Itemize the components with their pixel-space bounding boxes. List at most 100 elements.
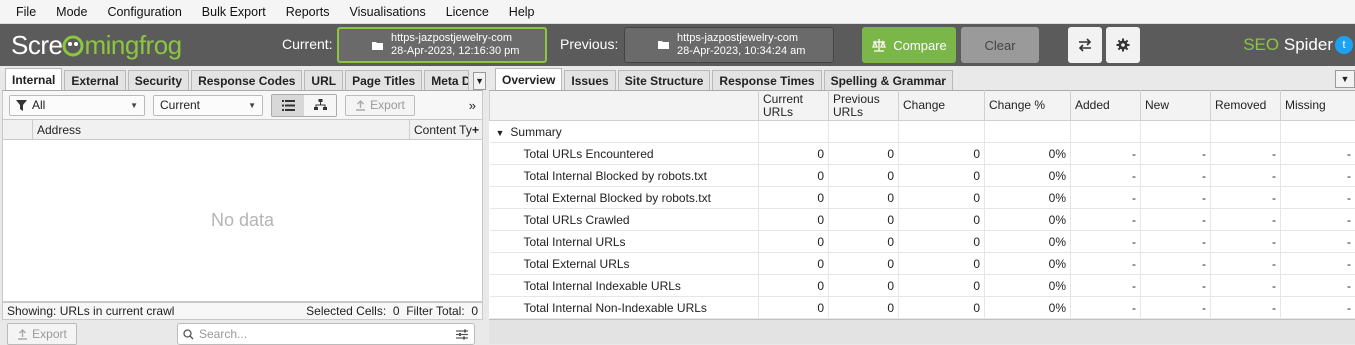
- more-chevron-icon[interactable]: »: [469, 98, 476, 113]
- cell-change: 0: [898, 164, 985, 187]
- tab-external[interactable]: External: [64, 70, 126, 90]
- cell-new: -: [1140, 164, 1211, 187]
- compare-label: Compare: [893, 37, 947, 53]
- search-icon: [183, 328, 194, 339]
- tab-response-codes[interactable]: Response Codes: [191, 70, 303, 90]
- cell-current: 0: [758, 186, 829, 209]
- cell-removed: -: [1210, 208, 1281, 231]
- swap-icon: [1078, 38, 1092, 52]
- table-row[interactable]: Total URLs Crawled 0 0 0 0% - - - -: [489, 208, 1355, 231]
- previous-urls-column-header[interactable]: Previous URLs: [828, 90, 899, 121]
- tab-internal[interactable]: Internal: [5, 68, 63, 90]
- current-crawl-date: 28-Apr-2023, 12:16:30 pm: [391, 45, 520, 57]
- tab-response-times[interactable]: Response Times: [712, 70, 822, 90]
- cell-new: -: [1140, 230, 1211, 253]
- search-input[interactable]: Search...: [177, 323, 475, 345]
- row-label: Total Internal URLs: [489, 230, 759, 253]
- tab-page-titles[interactable]: Page Titles: [345, 70, 423, 90]
- bottom-bar: Export Search...: [0, 320, 486, 345]
- right-tabs-overflow-dropdown[interactable]: ▼: [1335, 70, 1355, 88]
- table-row[interactable]: Total Internal Indexable URLs 0 0 0 0% - - - -: [489, 274, 1355, 297]
- removed-column-header[interactable]: Removed: [1210, 90, 1281, 121]
- tree-view-button[interactable]: [304, 94, 336, 116]
- chevron-down-icon: ▼: [130, 100, 138, 110]
- compare-button[interactable]: Compare: [862, 27, 956, 63]
- cell-added: -: [1070, 186, 1141, 209]
- address-column-header[interactable]: Address: [33, 120, 410, 139]
- cell-current: 0: [758, 142, 829, 165]
- crawl-mode-dropdown[interactable]: Current ▼: [153, 94, 263, 116]
- cell-added: -: [1070, 296, 1141, 319]
- current-crawl-selector[interactable]: https-jazpostjewelry-com 28-Apr-2023, 12:…: [337, 27, 547, 63]
- showing-status: Showing: URLs in current crawl: [7, 304, 175, 318]
- cell-change-pct: 0%: [984, 230, 1071, 253]
- change-pct-column-header[interactable]: Change %: [984, 90, 1071, 121]
- tab-site-structure[interactable]: Site Structure: [617, 70, 711, 90]
- filter-dropdown[interactable]: All ▼: [9, 94, 145, 116]
- menu-reports[interactable]: Reports: [276, 5, 340, 19]
- gear-icon: [1116, 38, 1130, 52]
- status-bar: Showing: URLs in current crawl Selected …: [2, 302, 483, 320]
- tab-url[interactable]: URL: [304, 70, 344, 90]
- table-row[interactable]: Total External Blocked by robots.txt 0 0 0 0…: [489, 186, 1355, 209]
- cell-added: -: [1070, 208, 1141, 231]
- menu-file[interactable]: File: [6, 5, 46, 19]
- change-column-header[interactable]: Change: [898, 90, 985, 121]
- previous-crawl-selector[interactable]: https-jazpostjewelry-com 28-Apr-2023, 10:…: [624, 27, 834, 63]
- table-row[interactable]: Total URLs Encountered 0 0 0 0% - - - -: [489, 142, 1355, 165]
- menu-visualisations[interactable]: Visualisations: [340, 5, 436, 19]
- tab-spelling-grammar[interactable]: Spelling & Grammar: [823, 70, 953, 90]
- cell-added: -: [1070, 252, 1141, 275]
- right-tab-bar: Overview Issues Site Structure Response …: [489, 66, 1355, 90]
- cell-previous: 0: [828, 164, 899, 187]
- missing-column-header[interactable]: Missing: [1280, 90, 1355, 121]
- menu-help[interactable]: Help: [499, 5, 545, 19]
- search-placeholder: Search...: [199, 327, 248, 341]
- frog-logo-icon: [62, 35, 84, 57]
- left-tab-bar: Internal External Security Response Code…: [0, 66, 486, 90]
- tabs-overflow-dropdown[interactable]: ▼: [473, 72, 486, 90]
- view-toggle: [271, 93, 337, 117]
- cell-current: 0: [758, 274, 829, 297]
- cell-missing: -: [1280, 142, 1355, 165]
- twitter-icon[interactable]: t: [1335, 36, 1353, 54]
- grid-header: Address Content Ty +: [2, 120, 483, 140]
- upload-icon: [18, 328, 28, 340]
- menu-configuration[interactable]: Configuration: [97, 5, 191, 19]
- settings-button[interactable]: [1106, 27, 1140, 63]
- current-urls-column-header[interactable]: Current URLs: [758, 90, 829, 121]
- table-row[interactable]: Total Internal URLs 0 0 0 0% - - - -: [489, 230, 1355, 253]
- cell-new: -: [1140, 186, 1211, 209]
- add-column-icon[interactable]: +: [472, 123, 482, 137]
- list-view-button[interactable]: [272, 94, 304, 116]
- new-column-header[interactable]: New: [1140, 90, 1211, 121]
- export-label: Export: [370, 98, 405, 112]
- tab-meta-description[interactable]: Meta Descri: [424, 70, 470, 90]
- content-type-column-header[interactable]: Content Ty: [410, 120, 472, 139]
- table-row[interactable]: Total Internal Non-Indexable URLs 0 0 0 0% - -…: [489, 296, 1355, 319]
- export-button[interactable]: Export: [345, 94, 415, 116]
- collapse-triangle-icon[interactable]: ▼: [496, 128, 505, 138]
- table-row[interactable]: Total External URLs 0 0 0 0% - - - -: [489, 252, 1355, 275]
- clear-button[interactable]: Clear: [961, 27, 1039, 63]
- right-panel: Overview Issues Site Structure Response …: [489, 66, 1355, 345]
- bottom-export-button[interactable]: Export: [7, 323, 77, 345]
- summary-group-row[interactable]: ▼ Summary: [489, 120, 1355, 143]
- swap-crawls-button[interactable]: [1068, 27, 1102, 63]
- tab-security[interactable]: Security: [127, 70, 190, 90]
- label-column-header: [489, 90, 759, 121]
- cell-current: 0: [758, 164, 829, 187]
- tab-overview[interactable]: Overview: [495, 68, 563, 90]
- menu-bulk-export[interactable]: Bulk Export: [192, 5, 276, 19]
- sliders-icon[interactable]: [456, 329, 468, 340]
- menu-mode[interactable]: Mode: [46, 5, 97, 19]
- current-label: Current:: [282, 36, 333, 52]
- filter-icon: [16, 99, 27, 111]
- cell-change-pct: 0%: [984, 296, 1071, 319]
- menu-licence[interactable]: Licence: [436, 5, 499, 19]
- table-row[interactable]: Total Internal Blocked by robots.txt 0 0 0 0…: [489, 164, 1355, 187]
- url-grid[interactable]: No data: [2, 140, 483, 302]
- tab-issues[interactable]: Issues: [564, 70, 616, 90]
- added-column-header[interactable]: Added: [1070, 90, 1141, 121]
- row-label: Total Internal Non-Indexable URLs: [489, 296, 759, 319]
